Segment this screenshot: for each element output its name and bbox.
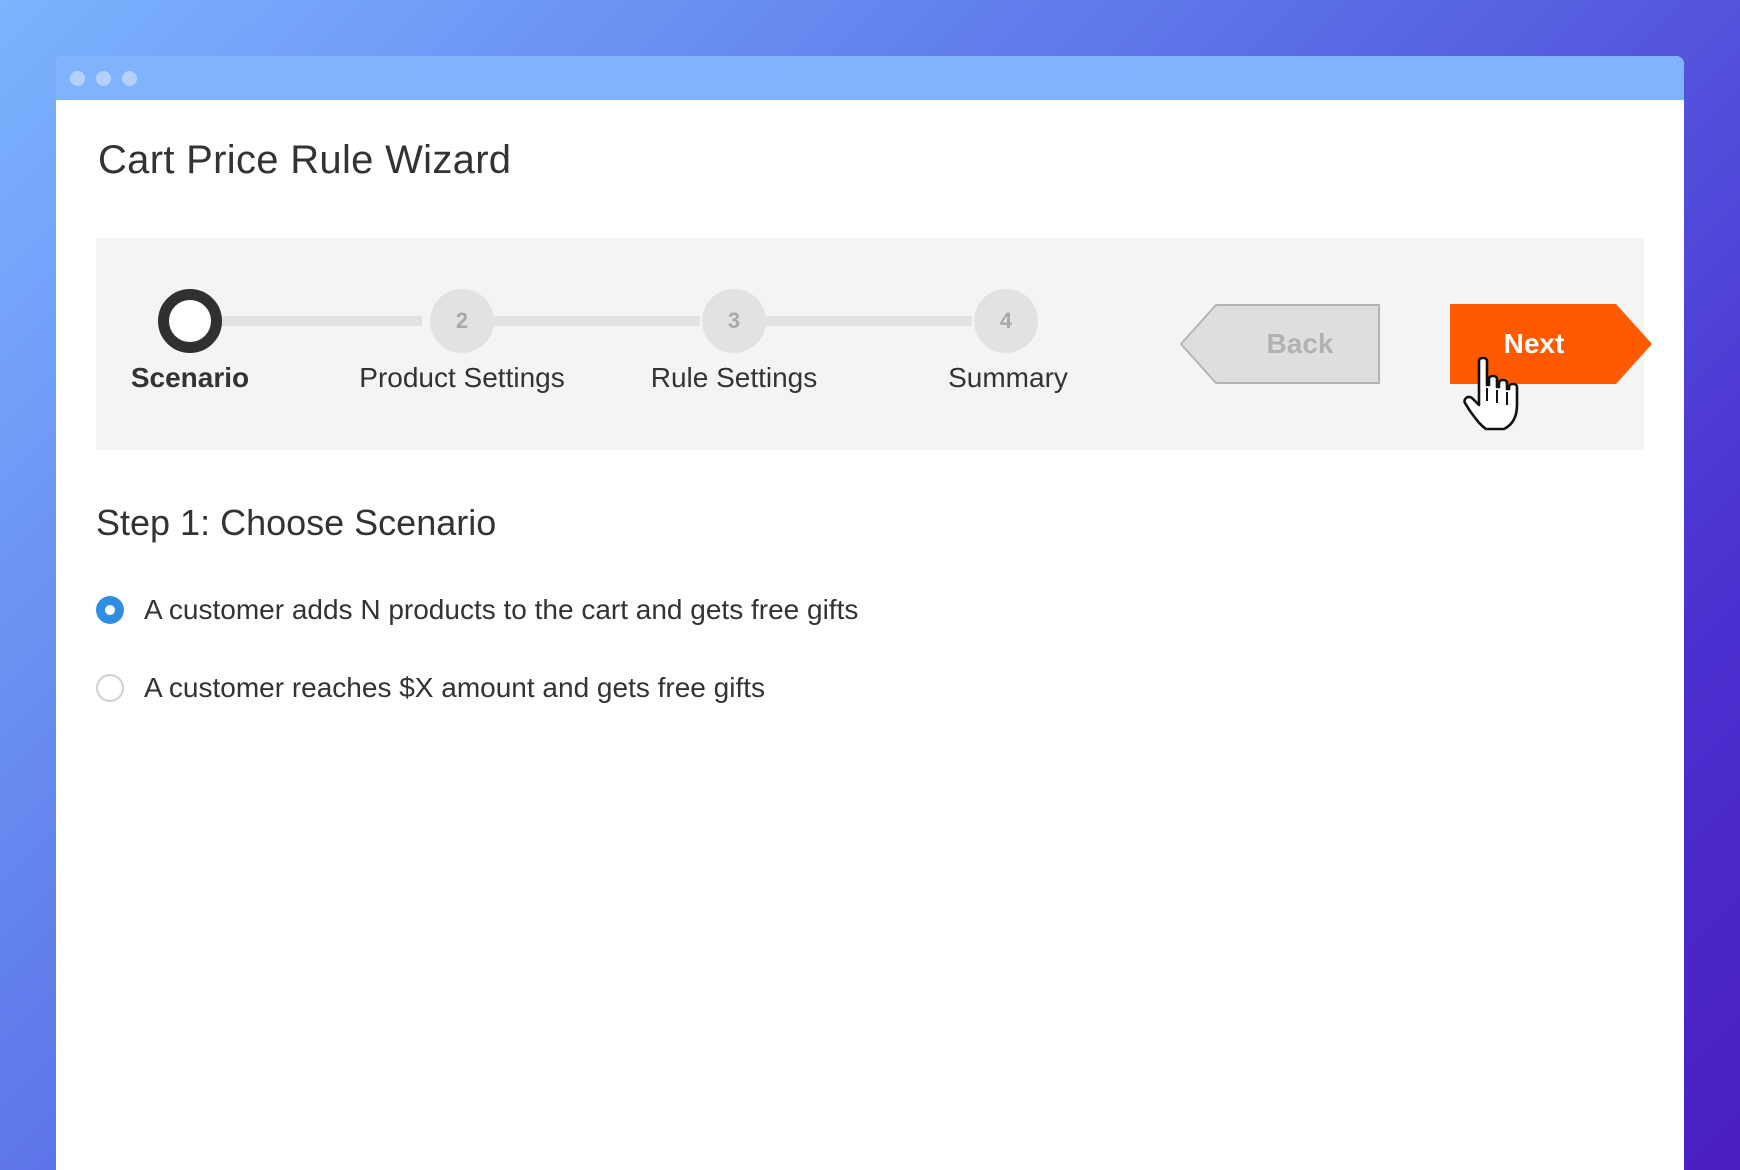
step-number: 3	[727, 308, 741, 333]
step-label-summary: Summary	[948, 362, 1068, 393]
back-button-label: Back	[1266, 328, 1334, 359]
app-window: Cart Price Rule Wizard 2 3 4 Scenario Pr…	[56, 56, 1684, 1170]
window-dot-icon[interactable]	[122, 71, 137, 86]
step-connector	[214, 316, 422, 326]
scenario-option-n-products[interactable]: A customer adds N products to the cart a…	[96, 590, 858, 630]
step-heading: Step 1: Choose Scenario	[96, 502, 497, 543]
hand-pointer-icon	[1463, 356, 1519, 431]
option-label[interactable]: A customer reaches $X amount and gets fr…	[144, 672, 765, 704]
radio-button-checked[interactable]	[96, 596, 124, 624]
step-number: 2	[455, 308, 469, 333]
window-dot-icon[interactable]	[70, 71, 85, 86]
step-label-product-settings: Product Settings	[359, 362, 565, 393]
back-button[interactable]: Back	[1180, 304, 1380, 384]
option-label[interactable]: A customer adds N products to the cart a…	[144, 594, 858, 626]
step-label-scenario: Scenario	[130, 362, 250, 393]
step-indicator-scenario[interactable]	[158, 289, 222, 353]
wizard-progress-bar: 2 3 4 Scenario Product Settings Rule Set…	[96, 238, 1652, 450]
step-number: 4	[999, 308, 1013, 333]
window-titlebar	[56, 56, 1684, 100]
window-dot-icon[interactable]	[96, 71, 111, 86]
radio-button-unchecked[interactable]	[96, 674, 124, 702]
scenario-option-x-amount[interactable]: A customer reaches $X amount and gets fr…	[96, 668, 765, 708]
page-title: Cart Price Rule Wizard	[98, 138, 512, 182]
step-indicator-rule-settings[interactable]: 3	[702, 289, 766, 353]
step-label-rule-settings: Rule Settings	[650, 362, 818, 393]
step-indicator-product-settings[interactable]: 2	[430, 289, 494, 353]
step-indicator-summary[interactable]: 4	[974, 289, 1038, 353]
